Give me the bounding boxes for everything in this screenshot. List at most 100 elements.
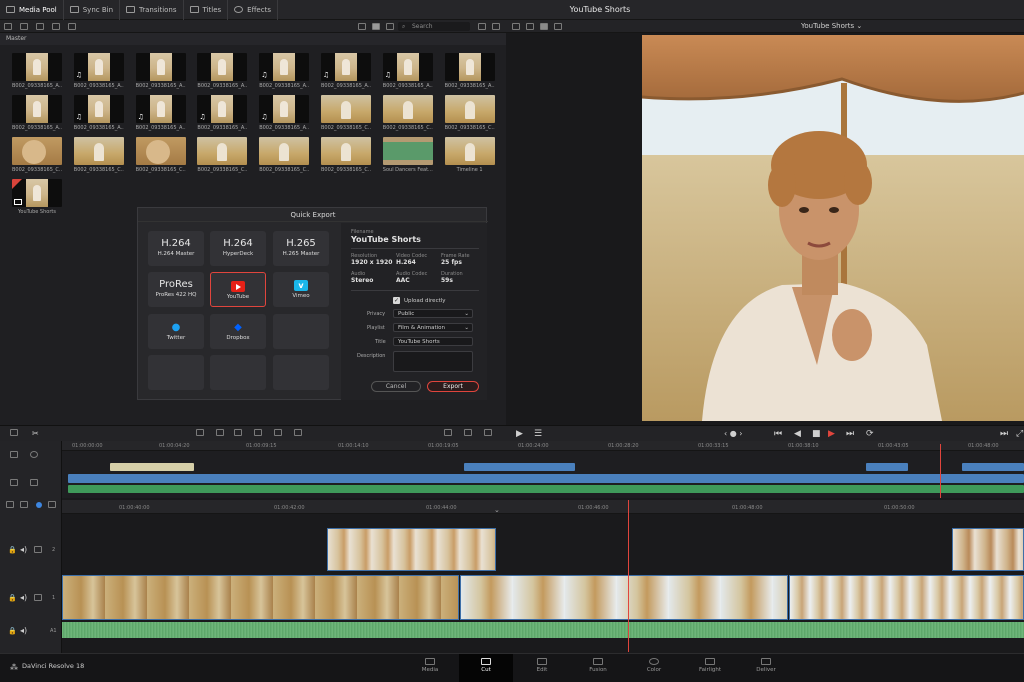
trim-icon[interactable] — [444, 429, 452, 436]
preset-vimeo[interactable]: v Vimeo — [273, 272, 329, 307]
media-clip[interactable]: B002_09338165_C... — [135, 137, 186, 173]
page-deliver[interactable]: Deliver — [739, 654, 793, 682]
speaker-icon[interactable]: ◂) — [20, 626, 27, 635]
lower-playhead[interactable] — [628, 500, 629, 652]
viewer-title[interactable]: YouTube Shorts ⌄ — [801, 20, 862, 33]
lock-icon[interactable]: 🔒 — [8, 546, 17, 554]
page-fusion[interactable]: Fusion — [571, 654, 625, 682]
lower-ruler[interactable]: 01:00:40:00 01:00:42:00 01:00:44:00 01:0… — [62, 500, 1024, 514]
page-cut[interactable]: Cut — [459, 654, 513, 682]
flag-icon[interactable] — [48, 501, 56, 508]
next-clip-icon[interactable]: ⏭ — [1000, 429, 1008, 439]
tab-effects[interactable]: Effects — [228, 0, 278, 20]
video-clip-v1[interactable] — [789, 575, 1024, 620]
sidebar-toggle-icon[interactable] — [4, 23, 12, 30]
export-button[interactable]: Export — [427, 381, 479, 392]
smart-insert-icon[interactable] — [196, 429, 204, 436]
cut-mode-icon[interactable]: ▶ — [516, 429, 523, 439]
cancel-button[interactable]: Cancel — [371, 381, 421, 392]
page-fairlight[interactable]: Fairlight — [683, 654, 737, 682]
ripple-overwrite-icon[interactable] — [234, 429, 242, 436]
tab-media-pool[interactable]: Media Pool — [0, 0, 64, 20]
options-icon[interactable] — [492, 23, 500, 30]
page-color[interactable]: Color — [627, 654, 681, 682]
video-clip-v1[interactable] — [460, 575, 788, 620]
media-clip[interactable]: ♫ B002_09338165_A... — [259, 53, 310, 89]
jog-shuttle-icon[interactable]: ‹ ● › — [724, 429, 742, 439]
media-clip[interactable]: Soul Dancers Feat... — [382, 137, 433, 173]
overlay-clip[interactable] — [962, 463, 1024, 471]
media-clip[interactable]: Timeline 1 — [444, 137, 495, 173]
tab-transitions[interactable]: Transitions — [120, 0, 184, 20]
track-enable-icon[interactable] — [34, 546, 42, 553]
upper-ruler[interactable]: 01:00:00:00 01:00:04:20 01:00:09:15 01:0… — [62, 441, 1024, 451]
upload-checkbox[interactable]: ✓ — [393, 297, 400, 304]
title-track-icon[interactable] — [10, 451, 18, 458]
source-overwrite-icon[interactable] — [294, 429, 302, 436]
media-clip[interactable]: B002_09338165_C... — [197, 137, 248, 173]
tab-sync-bin[interactable]: Sync Bin — [64, 0, 121, 20]
video-clip-v2[interactable] — [327, 528, 496, 571]
audio-track-clips[interactable] — [68, 485, 1024, 493]
settings-sliders-icon[interactable]: ☰ — [534, 429, 542, 439]
preset-youtube[interactable]: YouTube — [210, 272, 266, 307]
go-to-end-icon[interactable]: ⏭ — [846, 429, 854, 439]
media-clip[interactable]: ♫ B002_09338165_A... — [197, 95, 248, 131]
video-clip-v1[interactable] — [62, 575, 459, 620]
filename-field[interactable]: YouTube Shorts — [351, 235, 421, 244]
media-clip[interactable]: B002_09338165_A... — [135, 53, 186, 89]
audio-track-icon[interactable] — [30, 479, 38, 486]
speaker-icon[interactable]: ◂) — [20, 593, 27, 602]
safe-area-icon[interactable] — [526, 23, 534, 30]
preset-h264-master[interactable]: H.264 H.264 Master — [148, 231, 204, 266]
scissors-icon[interactable]: ✂ — [32, 429, 39, 439]
overlay-clip[interactable] — [866, 463, 908, 471]
preset-h265-master[interactable]: H.265 H.265 Master — [273, 231, 329, 266]
preset-dropbox[interactable]: ◆ Dropbox — [210, 314, 266, 349]
import-icon[interactable] — [20, 23, 28, 30]
upper-playhead[interactable] — [940, 444, 941, 499]
media-clip[interactable]: ♫ B002_09338165_A... — [382, 53, 433, 89]
tab-titles[interactable]: Titles — [184, 0, 229, 20]
preset-prores[interactable]: ProRes ProRes 422 HQ — [148, 272, 204, 307]
media-clip[interactable]: B002_09338165_A... — [444, 53, 495, 89]
metadata-view-icon[interactable] — [386, 23, 394, 30]
preset-hyperdeck[interactable]: H.264 HyperDeck — [210, 231, 266, 266]
speaker-icon[interactable]: ◂) — [20, 545, 27, 554]
video-track-clips[interactable] — [68, 474, 1024, 483]
preset-twitter[interactable]: ● Twitter — [148, 314, 204, 349]
link-icon[interactable] — [68, 23, 76, 30]
sort-icon[interactable] — [478, 23, 486, 30]
search-input[interactable]: Search — [398, 22, 470, 31]
marker-icon[interactable] — [36, 502, 42, 508]
bin-icon[interactable] — [36, 23, 44, 30]
lock-icon[interactable]: 🔒 — [8, 594, 17, 602]
tools-icon[interactable] — [10, 429, 18, 436]
stop-icon[interactable]: ■ — [812, 429, 821, 439]
append-icon[interactable] — [216, 429, 224, 436]
place-on-top-icon[interactable] — [274, 429, 282, 436]
media-clip[interactable]: B002_09338165_A... — [12, 53, 62, 89]
media-clip[interactable]: B002_09338165_C... — [259, 137, 310, 173]
media-clip[interactable]: YouTube Shorts — [12, 179, 62, 215]
video-clip-v2[interactable] — [952, 528, 1024, 571]
lock-icon[interactable]: 🔒 — [8, 627, 17, 635]
thumbnail-view-icon[interactable] — [372, 23, 380, 30]
dynamic-zoom-icon[interactable] — [464, 429, 472, 436]
media-clip[interactable]: B002_09338165_C... — [382, 95, 433, 131]
display-icon[interactable] — [554, 23, 562, 30]
list-view-icon[interactable] — [358, 23, 366, 30]
media-clip[interactable]: B002_09338165_C... — [321, 95, 371, 131]
transform-icon[interactable] — [484, 429, 492, 436]
play-icon[interactable]: ▶ — [828, 429, 835, 439]
media-clip[interactable]: B002_09338165_C... — [321, 137, 371, 173]
link-icon[interactable] — [6, 501, 14, 508]
media-clip[interactable]: ♫ B002_09338165_A... — [259, 95, 310, 131]
sync-icon[interactable] — [52, 23, 60, 30]
playlist-select[interactable]: Film & Animation ⌄ — [393, 323, 473, 332]
media-clip[interactable]: ♫ B002_09338165_A... — [135, 95, 186, 131]
media-clip[interactable]: B002_09338165_C... — [12, 137, 62, 173]
title-input[interactable]: YouTube Shorts — [393, 337, 473, 346]
title-clip[interactable] — [110, 463, 194, 471]
privacy-select[interactable]: Public ⌄ — [393, 309, 473, 318]
